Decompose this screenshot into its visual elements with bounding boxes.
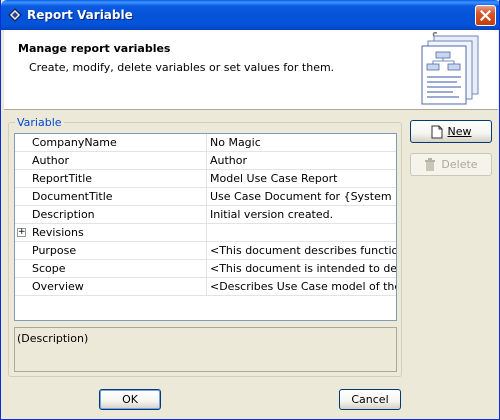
variable-name: Overview [29,278,207,296]
variable-name: Scope [29,260,207,278]
variable-name: ReportTitle [29,170,207,188]
cancel-button[interactable]: Cancel [339,389,401,410]
table-row[interactable]: DocumentTitle Use Case Document for {Sys… [15,188,396,206]
variable-name: DocumentTitle [29,188,207,206]
variable-name: Description [29,206,207,224]
table-row[interactable]: Scope <This document is intended to defi… [15,260,396,278]
variable-group: Variable CompanyName No Magic Author Aut… [8,116,402,377]
row-gutter [15,188,29,206]
row-gutter [15,278,29,296]
expand-plus-icon[interactable]: + [17,228,26,237]
header-title: Manage report variables [18,42,171,55]
row-gutter [15,260,29,278]
delete-button[interactable]: Delete [410,153,492,176]
delete-button-label: Delete [441,158,478,171]
variable-value[interactable] [207,224,396,242]
row-gutter: + [15,224,29,242]
header-subtitle: Create, modify, delete variables or set … [29,61,335,74]
row-gutter [15,170,29,188]
new-button-label: New [447,125,472,138]
row-gutter [15,242,29,260]
table-row[interactable]: + Revisions [15,224,396,242]
variable-value[interactable]: <Describes Use Case model of the syst [207,278,396,296]
table-row[interactable]: Author Author [15,152,396,170]
table-row[interactable]: CompanyName No Magic [15,134,396,152]
row-gutter [15,152,29,170]
variable-value[interactable]: Author [207,152,396,170]
new-document-icon [431,125,442,138]
trash-icon [425,158,436,171]
variable-value[interactable]: Model Use Case Report [207,170,396,188]
description-box: (Description) [14,327,397,372]
window-title: Report Variable [27,8,133,22]
report-variable-dialog: Report Variable Manage report variables … [0,0,500,420]
close-button[interactable] [475,5,496,26]
variable-group-label: Variable [15,116,64,129]
variable-value[interactable]: Use Case Document for {System name [207,188,396,206]
row-gutter [15,134,29,152]
report-documents-icon [421,32,479,105]
variable-name: CompanyName [29,134,207,152]
variable-value[interactable]: <This document describes functionality [207,242,396,260]
variable-name: Revisions [29,224,207,242]
ok-button[interactable]: OK [99,389,161,410]
variable-value[interactable]: Initial version created. [207,206,396,224]
variable-name: Purpose [29,242,207,260]
header-panel: Manage report variables Create, modify, … [4,30,498,110]
close-icon [480,10,491,21]
title-bar: Report Variable [1,0,499,30]
new-button[interactable]: New [410,120,492,143]
table-row[interactable]: Purpose <This document describes functio… [15,242,396,260]
table-row[interactable]: Overview <Describes Use Case model of th… [15,278,396,296]
row-gutter [15,206,29,224]
variable-value[interactable]: <This document is intended to define u [207,260,396,278]
variable-name: Author [29,152,207,170]
variable-table: CompanyName No Magic Author Author Repor… [14,133,397,321]
table-row[interactable]: ReportTitle Model Use Case Report [15,170,396,188]
magicdraw-icon [8,8,22,22]
table-row[interactable]: Description Initial version created. [15,206,396,224]
variable-value[interactable]: No Magic [207,134,396,152]
